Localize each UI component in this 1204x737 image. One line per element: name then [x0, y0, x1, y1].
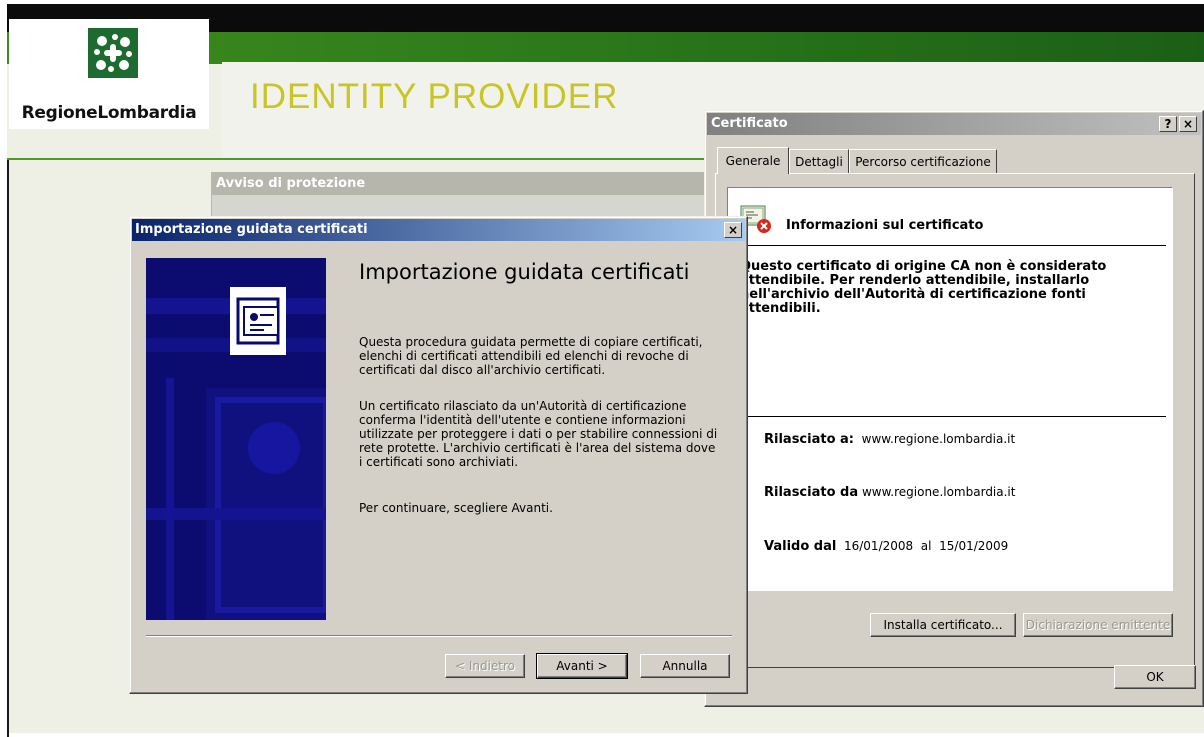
- certificate-info-title: Informazioni sul certificato: [786, 218, 984, 233]
- valid-to-label: al: [920, 539, 932, 553]
- tab-dettagli[interactable]: Dettagli: [789, 149, 849, 173]
- rosa-camuna-icon: [88, 28, 138, 78]
- close-button[interactable]: ×: [1179, 116, 1197, 132]
- next-button[interactable]: Avanti >: [536, 653, 628, 679]
- tab-generale[interactable]: Generale: [717, 147, 789, 174]
- wizard-heading: Importazione guidata certificati: [359, 260, 690, 284]
- wizard-titlebar[interactable]: Importazione guidata certificati ×: [132, 219, 745, 241]
- import-wizard-dialog: Importazione guidata certificati × Impor…: [129, 216, 748, 694]
- security-notice-dialog: Avviso di protezione: [211, 172, 706, 222]
- issued-by-label: Rilasciato da: [764, 485, 859, 500]
- ok-button[interactable]: OK: [1114, 665, 1196, 689]
- security-notice-title: Avviso di protezione: [212, 173, 705, 195]
- divider: [740, 245, 1166, 246]
- wizard-title: Importazione guidata certificati: [135, 222, 368, 237]
- issued-to-row: Rilasciato a: www.regione.lombardia.it: [764, 432, 1015, 447]
- header-divider: [7, 158, 222, 160]
- help-button[interactable]: ?: [1159, 116, 1177, 132]
- certificate-icon: [230, 287, 286, 355]
- certificate-info-box: Informazioni sul certificato Questo cert…: [727, 187, 1173, 591]
- regione-lombardia-logo: RegioneLombardia: [9, 19, 209, 129]
- validity-row: Valido dal 16/01/2008 al 15/01/2009: [764, 539, 1008, 554]
- certificate-dialog: Certificato ? × Generale Dettagli Percor…: [704, 110, 1204, 707]
- tab-percorso-certificazione[interactable]: Percorso certificazione: [849, 149, 997, 173]
- issued-to-value: www.regione.lombardia.it: [861, 432, 1016, 446]
- wizard-paragraph-2: Un certificato rilasciato da un'Autorità…: [359, 399, 718, 469]
- divider: [740, 416, 1166, 417]
- issued-by-value: www.regione.lombardia.it: [861, 485, 1016, 499]
- certificate-warning-text: Questo certificato di origine CA non è c…: [740, 259, 1107, 316]
- valid-to-value: 15/01/2009: [939, 539, 1009, 553]
- valid-from-label: Valido dal: [764, 539, 837, 554]
- wizard-paragraph-1: Questa procedura guidata permette di cop…: [359, 335, 703, 377]
- logo-text: RegioneLombardia: [21, 103, 197, 123]
- back-button[interactable]: < Indietro: [445, 654, 525, 678]
- valid-from-value: 16/01/2008: [843, 539, 914, 553]
- certificate-titlebar[interactable]: Certificato ? ×: [707, 113, 1201, 135]
- close-button[interactable]: ×: [724, 222, 742, 238]
- page-left-border: [7, 160, 9, 737]
- install-certificate-button[interactable]: Installa certificato...: [870, 613, 1016, 637]
- page-title: IDENTITY PROVIDER: [250, 77, 619, 116]
- wizard-separator: [146, 635, 732, 637]
- issued-to-label: Rilasciato a:: [764, 432, 855, 447]
- issued-by-row: Rilasciato da www.regione.lombardia.it: [764, 485, 1015, 500]
- wizard-side-banner: [146, 258, 326, 620]
- wizard-paragraph-3: Per continuare, scegliere Avanti.: [359, 501, 553, 515]
- issuer-statement-button[interactable]: Dichiarazione emittente: [1023, 613, 1173, 637]
- certificate-title: Certificato: [711, 116, 788, 131]
- cancel-button[interactable]: Annulla: [640, 654, 730, 678]
